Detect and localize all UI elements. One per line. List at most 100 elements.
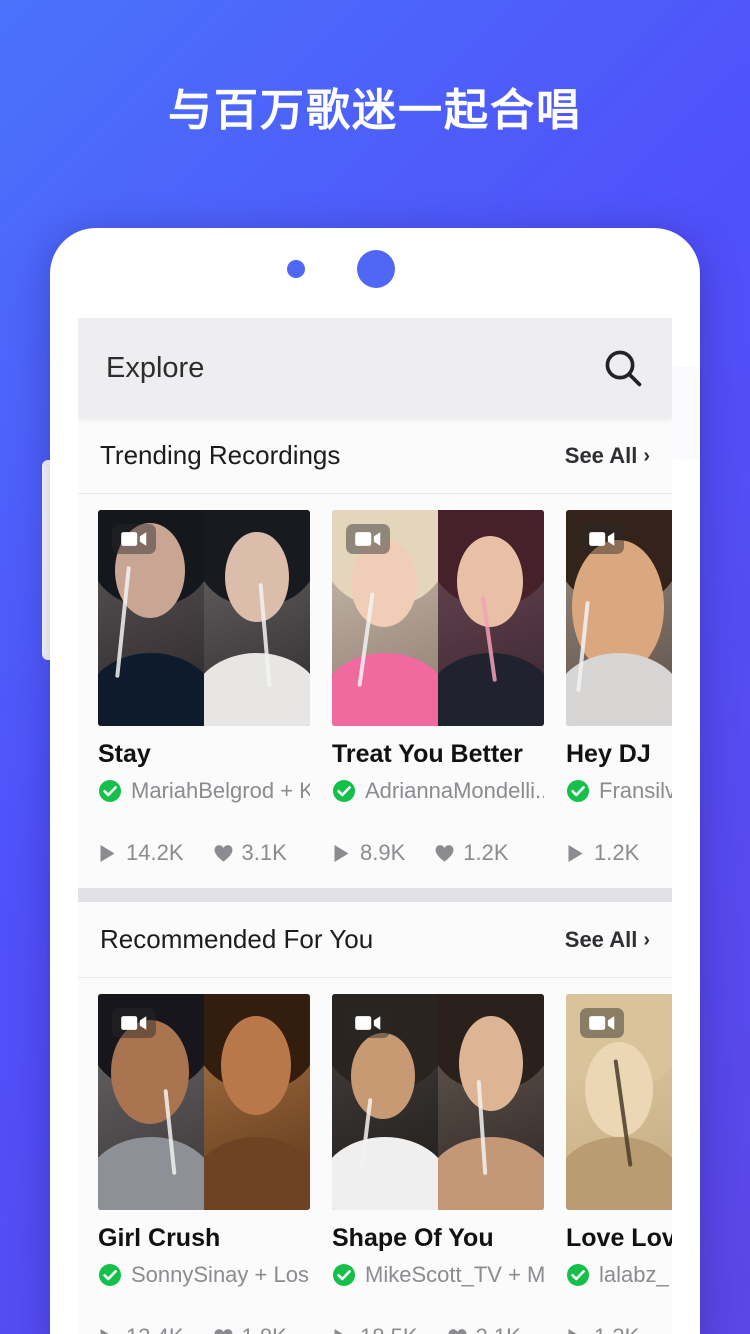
play-count-value: 14.2K: [126, 840, 184, 865]
play-count-value: 13.4K: [126, 1324, 184, 1334]
verified-badge-icon: [98, 1263, 122, 1287]
artist-name: AdriannaMondelli...: [365, 778, 544, 803]
like-count-value: 3.1K: [241, 840, 287, 865]
play-count: 18.5K: [332, 1324, 418, 1334]
recording-artist: lalabz_: [566, 1262, 672, 1288]
search-icon[interactable]: [602, 347, 644, 389]
like-count-value: 2.1K: [476, 1324, 521, 1334]
like-count-value: 1.8K: [242, 1324, 287, 1334]
section-title: Recommended For You: [100, 924, 374, 954]
play-count: 1.3K: [566, 1324, 639, 1334]
chevron-right-icon: ›: [643, 928, 650, 951]
recording-card[interactable]: Stay MariahBelgrod + K... 14.2K 3.1K: [98, 510, 310, 866]
play-icon: [332, 1328, 351, 1334]
heart-icon: [435, 844, 454, 863]
recording-stats: 1.3K: [566, 1324, 672, 1334]
artist-name: Fransilv: [599, 778, 672, 803]
verified-badge-icon: [332, 1263, 356, 1287]
see-all-button-recommended[interactable]: See All ›: [565, 927, 650, 953]
play-count: 14.2K: [98, 840, 184, 866]
video-icon: [112, 524, 156, 554]
app-screen: Explore Trending Recordings See All › St…: [78, 318, 672, 1334]
heart-icon: [448, 1328, 467, 1334]
see-all-label: See All: [564, 926, 638, 952]
play-icon: [98, 1328, 117, 1334]
artist-name: SonnySinay + Los...: [131, 1262, 310, 1287]
see-all-button-trending[interactable]: See All ›: [565, 443, 650, 469]
recording-artist: Fransilv: [566, 778, 672, 804]
recording-stats: 8.9K 1.2K: [332, 840, 544, 866]
artist-name: MariahBelgrod + K...: [131, 778, 310, 803]
recording-stats: 1.2K: [566, 840, 672, 866]
play-count-value: 1.3K: [594, 1324, 639, 1334]
verified-badge-icon: [566, 1263, 590, 1287]
recording-title: Hey DJ: [566, 740, 651, 768]
recording-card[interactable]: Love Lov lalabz_ 1.3K: [566, 994, 672, 1334]
artist-name: MikeScott_TV + Ma...: [365, 1262, 544, 1287]
explore-search-bar[interactable]: Explore: [78, 318, 672, 418]
recording-thumbnail[interactable]: [98, 994, 310, 1210]
heart-icon: [214, 1328, 233, 1334]
artist-name: lalabz_: [599, 1262, 669, 1287]
phone-sensor-area: [50, 228, 700, 318]
recording-thumbnail[interactable]: [566, 994, 672, 1210]
recording-stats: 13.4K 1.8K: [98, 1324, 310, 1334]
play-count-value: 8.9K: [360, 840, 406, 865]
video-icon: [580, 524, 624, 554]
recording-artist: MikeScott_TV + Ma...: [332, 1262, 544, 1288]
like-count-value: 1.2K: [463, 840, 509, 865]
card-row-trending: Stay MariahBelgrod + K... 14.2K 3.1K: [78, 494, 672, 866]
recording-card[interactable]: Hey DJ Fransilv 1.2K: [566, 510, 672, 866]
speaker-dot-icon: [357, 250, 395, 288]
play-count: 1.2K: [566, 840, 639, 866]
play-icon: [98, 844, 117, 863]
recording-thumbnail[interactable]: [98, 510, 310, 726]
section-header-trending: Trending Recordings See All ›: [78, 418, 672, 494]
like-count: 1.2K: [435, 840, 509, 866]
camera-dot-icon: [287, 260, 305, 278]
recording-artist: SonnySinay + Los...: [98, 1262, 310, 1288]
recording-thumbnail[interactable]: [332, 510, 544, 726]
section-divider-band: [78, 888, 672, 902]
recording-title: Treat You Better: [332, 740, 523, 768]
play-icon: [332, 844, 351, 863]
recording-card[interactable]: Shape Of You MikeScott_TV + Ma... 18.5K …: [332, 994, 544, 1334]
video-icon: [580, 1008, 624, 1038]
recording-stats: 18.5K 2.1K: [332, 1324, 544, 1334]
recording-artist: MariahBelgrod + K...: [98, 778, 310, 804]
recording-title: Love Lov: [566, 1224, 672, 1252]
recording-thumbnail[interactable]: [566, 510, 672, 726]
verified-badge-icon: [332, 779, 356, 803]
play-count-value: 1.2K: [594, 840, 640, 865]
section-title: Trending Recordings: [100, 440, 341, 470]
play-count-value: 18.5K: [360, 1324, 418, 1334]
like-count: 3.1K: [214, 840, 287, 866]
video-icon: [112, 1008, 156, 1038]
recording-card[interactable]: Treat You Better AdriannaMondelli... 8.9…: [332, 510, 544, 866]
play-icon: [566, 1328, 585, 1334]
play-icon: [566, 844, 585, 863]
recording-title: Girl Crush: [98, 1224, 221, 1252]
search-input[interactable]: Explore: [106, 352, 204, 385]
like-count: 1.8K: [214, 1324, 287, 1334]
play-count: 13.4K: [98, 1324, 184, 1334]
page-headline: 与百万歌迷一起合唱: [168, 85, 582, 136]
like-count: 2.1K: [448, 1324, 521, 1334]
section-header-recommended: Recommended For You See All ›: [78, 902, 672, 978]
recording-title: Shape Of You: [332, 1224, 494, 1252]
verified-badge-icon: [566, 779, 590, 803]
card-row-recommended: Girl Crush SonnySinay + Los... 13.4K 1.8…: [78, 978, 672, 1334]
play-count: 8.9K: [332, 840, 405, 866]
recording-card[interactable]: Girl Crush SonnySinay + Los... 13.4K 1.8…: [98, 994, 310, 1334]
chevron-right-icon: ›: [643, 444, 650, 467]
video-icon: [346, 1008, 390, 1038]
verified-badge-icon: [98, 779, 122, 803]
recording-title: Stay: [98, 740, 151, 768]
see-all-label: See All: [564, 442, 638, 468]
recording-stats: 14.2K 3.1K: [98, 840, 310, 866]
video-icon: [346, 524, 390, 554]
heart-icon: [214, 844, 233, 863]
recording-artist: AdriannaMondelli...: [332, 778, 544, 804]
phone-power-button: [672, 368, 700, 458]
recording-thumbnail[interactable]: [332, 994, 544, 1210]
